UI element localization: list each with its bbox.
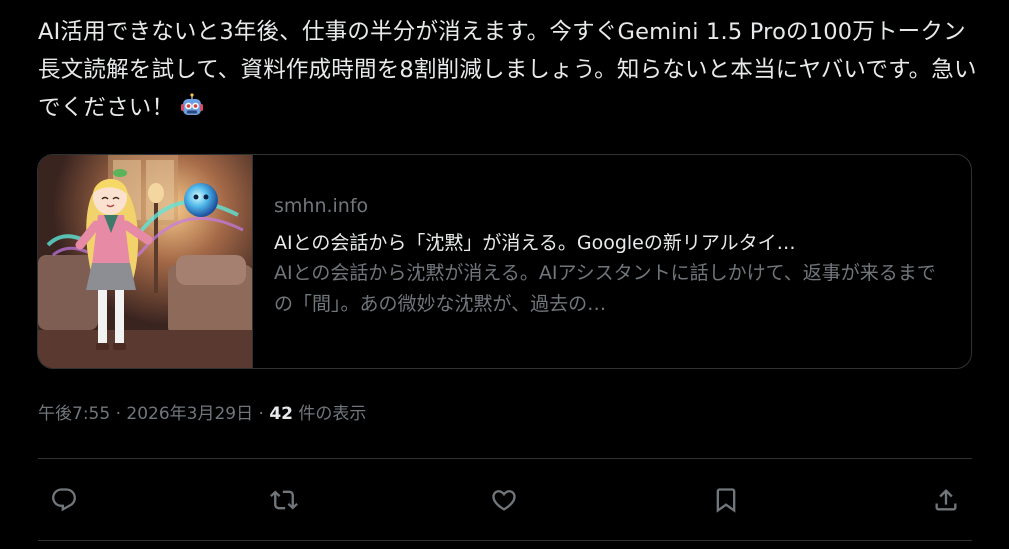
card-domain: smhn.info (274, 195, 369, 217)
bottom-divider (38, 540, 972, 541)
action-bar (44, 480, 974, 520)
bookmark-icon (716, 488, 736, 513)
post-date[interactable]: 2026年3月29日 (126, 404, 253, 424)
share-button[interactable] (926, 480, 966, 520)
post-meta: 午後7:55 · 2026年3月29日 · 42 件の表示 (38, 401, 366, 427)
post-time[interactable]: 午後7:55 (38, 404, 110, 424)
card-thumbnail-image[interactable] (38, 155, 253, 368)
divider (38, 458, 972, 459)
views-label[interactable]: 件の表示 (293, 404, 366, 424)
heart-icon (492, 490, 516, 511)
reply-button[interactable] (44, 480, 84, 520)
robot-face-emoji-icon (178, 92, 206, 120)
bookmark-button[interactable] (706, 480, 746, 520)
card-body[interactable]: smhn.info AIとの会話から「沈黙」が消える。Googleの新リアルタイ… (274, 193, 954, 320)
meta-separator: · (253, 404, 270, 424)
anime-girl-thumbnail-icon (38, 155, 252, 368)
repost-icon (270, 490, 298, 510)
like-button[interactable] (484, 480, 524, 520)
post-text-container: AI活用できないと3年後、仕事の半分が消えます。今すぐGemini 1.5 Pr… (38, 13, 978, 127)
share-icon (935, 489, 957, 511)
repost-button[interactable] (264, 480, 304, 520)
meta-separator: · (110, 404, 127, 424)
views-count[interactable]: 42 (269, 404, 293, 424)
card-title[interactable]: AIとの会話から「沈黙」が消える。Googleの新リアルタイ… (274, 230, 944, 256)
reply-icon (52, 488, 76, 512)
card-description: AIとの会話から沈黙が消える。AIアシスタントに話しかけて、返事が来るまでの「間… (274, 262, 936, 315)
link-preview-card[interactable]: smhn.info AIとの会話から「沈黙」が消える。Googleの新リアルタイ… (37, 154, 972, 369)
